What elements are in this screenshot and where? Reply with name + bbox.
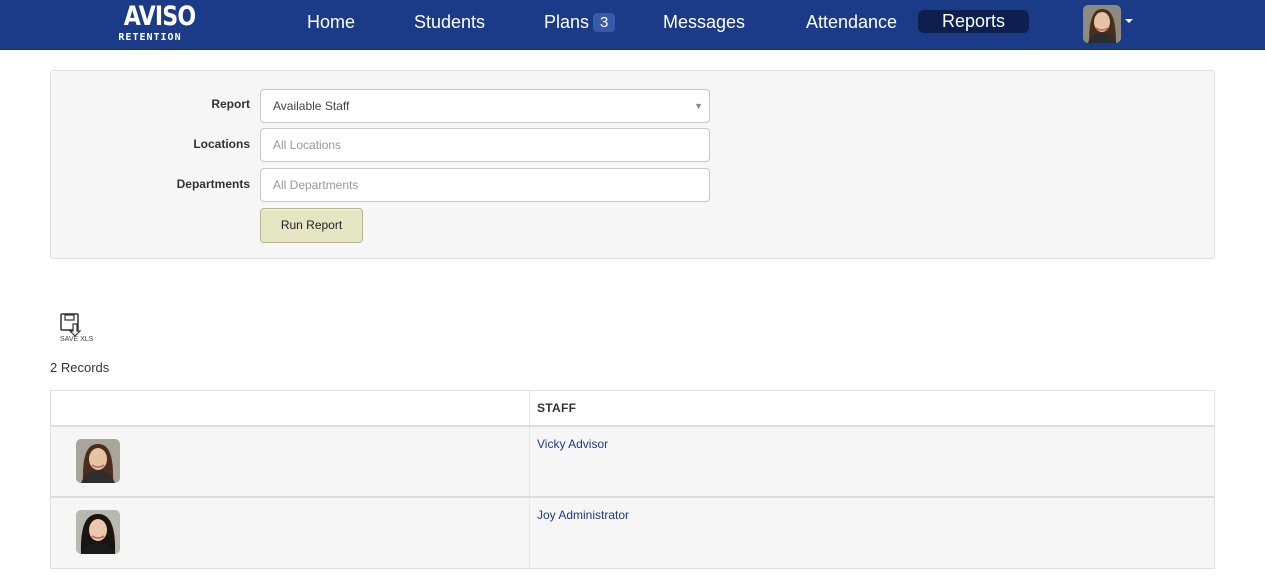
nav-home[interactable]: Home <box>307 10 355 34</box>
staff-name-link[interactable]: Joy Administrator <box>537 508 629 522</box>
locations-input[interactable]: All Locations <box>260 128 710 162</box>
staff-avatar <box>76 439 120 483</box>
report-label: Report <box>211 97 250 111</box>
records-count: 2 Records <box>50 360 110 375</box>
column-header-staff: STAFF <box>537 401 577 415</box>
report-select[interactable]: Available Staff ▼ <box>260 89 710 123</box>
save-xls-label: SAVE XLS <box>60 336 94 343</box>
locations-label: Locations <box>193 137 250 151</box>
nav-attendance[interactable]: Attendance <box>806 10 897 34</box>
save-xls-button[interactable]: SAVE XLS <box>56 312 104 346</box>
nav-students[interactable]: Students <box>414 10 485 34</box>
report-select-value: Available Staff <box>273 99 350 113</box>
departments-input[interactable]: All Departments <box>260 168 710 202</box>
staff-avatar <box>76 510 120 554</box>
logo-wordmark: AVISO <box>123 1 196 32</box>
logo-subtitle: RETENTION <box>118 32 182 43</box>
nav-plans-label: Plans <box>544 12 590 32</box>
save-xls-icon <box>60 313 82 337</box>
top-navbar: AVISO RETENTION Home Students Plans 3 Mes… <box>0 0 1265 50</box>
nav-messages[interactable]: Messages <box>663 10 745 34</box>
run-report-button[interactable]: Run Report <box>260 208 363 243</box>
report-filter-panel: Report Available Staff ▼ Locations All L… <box>50 70 1215 259</box>
nav-reports[interactable]: Reports <box>918 10 1029 33</box>
aviso-logo[interactable]: AVISO RETENTION <box>118 1 196 48</box>
user-menu-caret-icon[interactable] <box>1125 19 1133 23</box>
plans-count-badge: 3 <box>593 13 616 32</box>
departments-label: Departments <box>176 177 250 191</box>
nav-plans[interactable]: Plans 3 <box>544 10 616 34</box>
table-row: Vicky Advisor <box>51 427 1214 498</box>
dropdown-arrow-icon: ▼ <box>694 101 703 111</box>
staff-table: STAFF Vicky Advisor Joy Administrator <box>50 390 1215 569</box>
user-avatar[interactable] <box>1083 5 1121 43</box>
staff-name-link[interactable]: Vicky Advisor <box>537 437 608 451</box>
table-row: Joy Administrator <box>51 498 1214 568</box>
table-header: STAFF <box>51 391 1214 427</box>
